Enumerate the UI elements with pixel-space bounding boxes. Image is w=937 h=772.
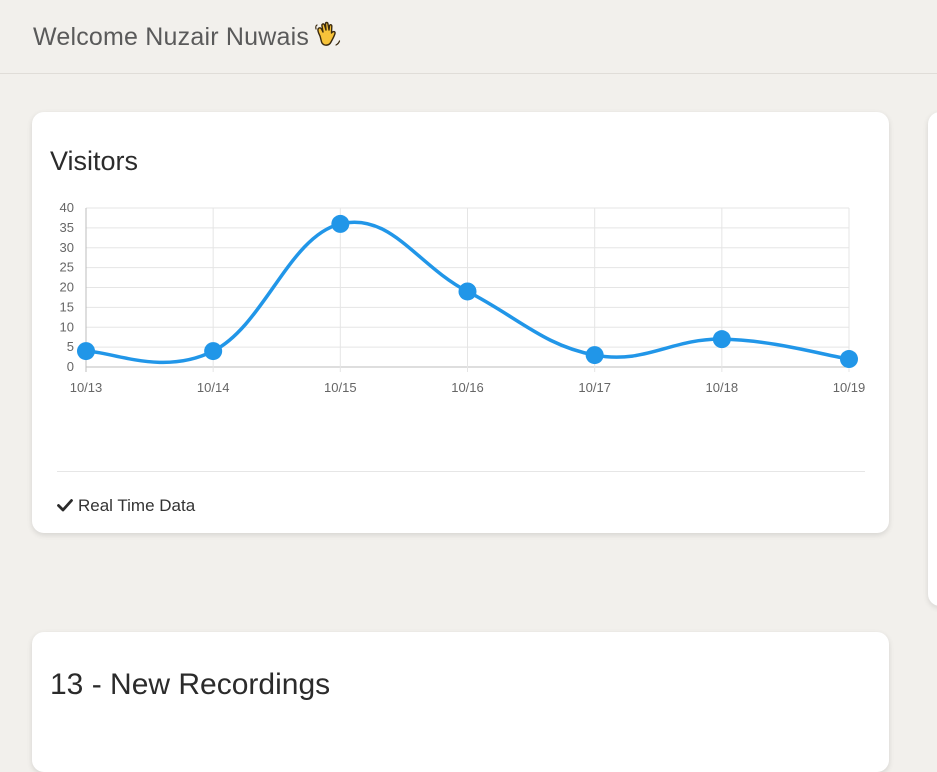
y-tick-label: 35 [60,220,74,235]
visitors-card: Visitors 0 5 10 15 20 25 30 35 40 10/13 10/14 10/15… [32,112,889,533]
x-tick-label: 10/17 [578,380,611,395]
check-icon [57,499,73,512]
welcome-heading: Welcome Nuzair Nuwais [33,20,343,52]
x-tick-label: 10/13 [70,380,103,395]
data-point [585,346,604,365]
data-point [458,282,477,301]
footer-text: Real Time Data [78,496,196,515]
card-divider [57,471,865,472]
waving-hand-icon [315,21,341,46]
data-point [331,214,350,233]
data-point [204,342,223,361]
data-point [77,342,95,361]
recordings-title: 13 - New Recordings [50,668,331,701]
data-point [840,350,858,369]
y-tick-label: 25 [60,260,74,275]
x-tick-label: 10/15 [324,380,357,395]
recordings-card: 13 - New Recordings [32,632,889,772]
y-tick-label: 40 [60,200,74,215]
y-tick-label: 30 [60,240,74,255]
x-tick-label: 10/19 [833,380,866,395]
y-tick-label: 20 [60,280,74,295]
x-tick-label: 10/16 [451,380,484,395]
visitors-chart: 0 5 10 15 20 25 30 35 40 10/13 10/14 10/15 10/16 10/1… [60,200,866,395]
top-bar: Welcome Nuzair Nuwais [0,0,937,74]
y-tick-label: 5 [67,339,74,354]
side-card [928,112,937,606]
x-tick-label: 10/14 [197,380,230,395]
y-tick-label: 15 [60,299,74,314]
y-tick-label: 10 [60,319,74,334]
y-tick-label: 0 [67,359,74,374]
data-point [712,330,731,349]
footer-status: Real Time Data [57,496,195,516]
welcome-text: Welcome Nuzair Nuwais [33,23,310,51]
x-tick-label: 10/18 [706,380,739,395]
